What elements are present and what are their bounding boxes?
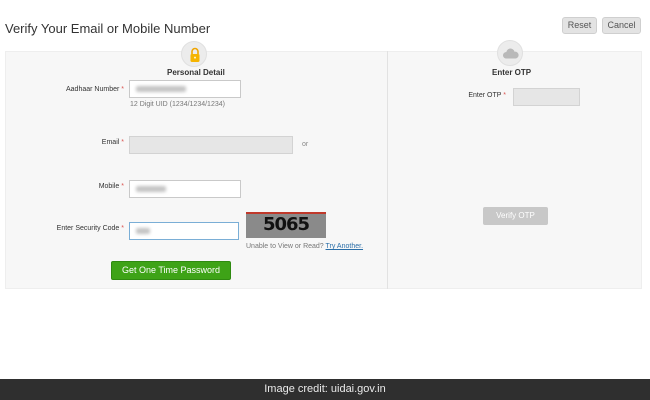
verify-otp-button[interactable]: Verify OTP — [483, 207, 548, 225]
required-mark: * — [121, 183, 124, 190]
lock-icon — [181, 41, 207, 67]
enter-otp-label: Enter OTP * — [468, 92, 506, 99]
mobile-label: Mobile * — [98, 183, 124, 190]
security-code-input[interactable] — [129, 222, 239, 240]
security-code-label: Enter Security Code * — [56, 225, 124, 232]
aadhaar-number-input[interactable] — [129, 80, 241, 98]
required-mark: * — [121, 225, 124, 232]
required-mark: * — [503, 92, 506, 99]
required-mark: * — [121, 139, 124, 146]
panel-divider — [387, 51, 388, 289]
or-separator: or — [302, 141, 309, 148]
captcha-note: Unable to View or Read? Try Another. — [246, 243, 364, 250]
email-input[interactable] — [129, 136, 293, 154]
aadhaar-number-label: Aadhaar Number * — [66, 86, 124, 93]
try-another-link[interactable]: Try Another. — [326, 243, 363, 250]
otp-input[interactable] — [513, 88, 580, 106]
mobile-input[interactable] — [129, 180, 241, 198]
cancel-button[interactable]: Cancel — [602, 17, 641, 34]
page-title: Verify Your Email or Mobile Number — [5, 21, 211, 36]
reset-button[interactable]: Reset — [562, 17, 597, 34]
get-otp-button[interactable]: Get One Time Password — [111, 261, 231, 280]
required-mark: * — [121, 86, 124, 93]
image-credit: Image credit: uidai.gov.in — [0, 379, 650, 400]
email-label: Email * — [101, 139, 124, 146]
enter-otp-heading: Enter OTP — [492, 68, 532, 77]
personal-detail-heading: Personal Detail — [167, 68, 225, 77]
aadhaar-hint: 12 Digit UID (1234/1234/1234) — [130, 101, 225, 108]
cloud-icon — [497, 40, 523, 66]
captcha-image: 5065 — [246, 212, 326, 238]
